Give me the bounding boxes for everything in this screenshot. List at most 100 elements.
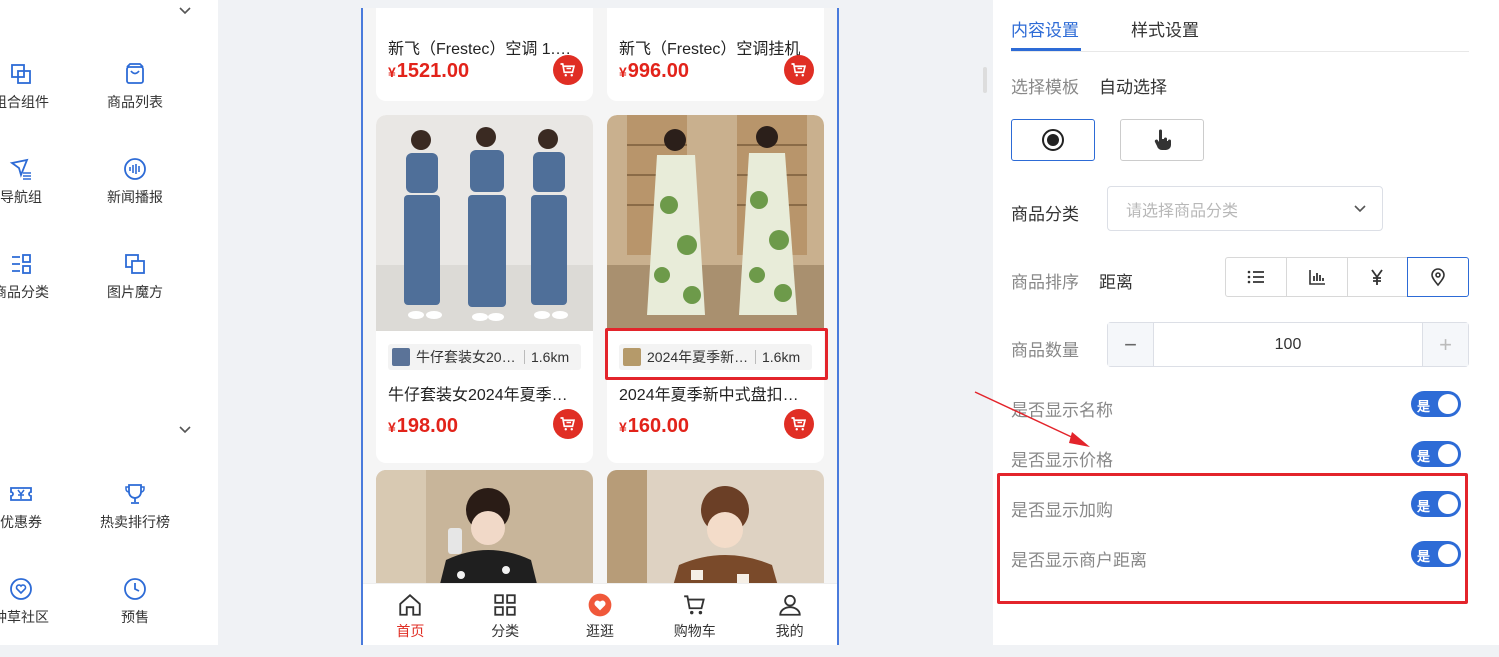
news-broadcast-icon: [124, 158, 146, 180]
quantity-label: 商品数量: [1011, 341, 1079, 360]
tab-mine[interactable]: 我的: [742, 584, 837, 645]
home-icon: [399, 594, 422, 616]
product-card[interactable]: [607, 470, 824, 600]
product-price: ¥198.00: [388, 415, 458, 437]
component-item-community[interactable]: 种草社区: [0, 577, 66, 627]
panel-resize-handle[interactable]: [983, 67, 987, 93]
product-card[interactable]: 牛仔套装女2024年 1.6km 牛仔套装女2024年夏季新款 ¥198.00: [376, 115, 593, 463]
radio-selected-icon: [1042, 129, 1064, 151]
community-icon: [10, 578, 32, 600]
category-placeholder: 请选择商品分类: [1126, 202, 1239, 220]
yen-icon: [1371, 269, 1384, 285]
user-icon: [778, 594, 801, 616]
tab-label: 购物车: [673, 623, 716, 639]
sort-label: 商品排序: [1011, 273, 1079, 292]
template-manual-button[interactable]: [1120, 119, 1204, 161]
product-name: 牛仔套装女2024年夏季新款: [388, 387, 578, 404]
component-item-category[interactable]: 商品分类: [0, 252, 66, 302]
category-label: 商品分类: [1011, 205, 1079, 224]
shop-name: 牛仔套装女2024年: [416, 349, 520, 365]
category-grid-icon: [494, 594, 516, 616]
template-label: 选择模板: [1011, 78, 1079, 97]
component-label: 组合组件: [0, 94, 49, 110]
product-name: 2024年夏季新中式盘扣连衣裙: [619, 387, 809, 404]
template-value: 自动选择: [1099, 78, 1167, 97]
show-price-toggle[interactable]: 是: [1411, 441, 1461, 467]
cart-icon: [560, 63, 576, 77]
component-item-presale[interactable]: 预售: [90, 577, 180, 627]
quantity-value[interactable]: 100: [1154, 323, 1422, 366]
component-item-image-cube[interactable]: 图片魔方: [90, 252, 180, 302]
goods-category-icon: [12, 254, 31, 274]
product-price: ¥160.00: [619, 415, 689, 437]
component-label: 预售: [121, 609, 149, 625]
product-card[interactable]: [376, 470, 593, 600]
product-image[interactable]: [376, 470, 593, 600]
product-card[interactable]: 新飞（Frestec）空调 1.5匹 ¥1521.00: [376, 8, 593, 101]
shop-thumbnail: [392, 348, 410, 366]
component-label: 新闻播报: [107, 189, 163, 205]
highlight-annotation-box: [997, 473, 1468, 604]
tab-label: 逛逛: [585, 623, 614, 639]
combo-component-icon: [11, 64, 31, 84]
component-item-coupon[interactable]: 优惠券: [0, 482, 66, 532]
component-label: 商品分类: [0, 284, 49, 300]
coupon-icon: [10, 487, 32, 501]
product-image[interactable]: [607, 115, 824, 331]
product-price: ¥1521.00: [388, 60, 470, 82]
add-to-cart-button[interactable]: [784, 55, 814, 85]
tab-category[interactable]: 分类: [458, 584, 553, 645]
product-card[interactable]: 2024年夏季新中式 1.6km 2024年夏季新中式盘扣连衣裙 ¥160.00: [607, 115, 824, 463]
component-panel: 组合组件 商品列表 导航组 新闻播报 商品分类 图片魔方 优惠券 热卖排行榜 种…: [0, 0, 218, 645]
tab-browse[interactable]: 逛逛: [553, 584, 648, 645]
add-to-cart-button[interactable]: [784, 409, 814, 439]
sort-price-button[interactable]: [1346, 257, 1409, 297]
template-auto-button[interactable]: [1011, 119, 1095, 161]
product-image[interactable]: [376, 115, 593, 331]
cart-icon: [791, 63, 807, 77]
tab-home[interactable]: 首页: [363, 584, 458, 645]
list-icon: [1247, 270, 1264, 284]
sort-default-button[interactable]: [1225, 257, 1287, 297]
add-to-cart-button[interactable]: [553, 409, 583, 439]
component-label: 商品列表: [107, 94, 163, 110]
product-image[interactable]: [607, 470, 824, 600]
bottom-tabbar: 首页 分类 逛逛 购物车 我的: [363, 583, 837, 645]
trophy-icon: [125, 484, 145, 504]
add-to-cart-button[interactable]: [553, 55, 583, 85]
tab-content-settings[interactable]: 内容设置: [1011, 16, 1079, 41]
component-item-hot-rank[interactable]: 热卖排行榜: [90, 482, 180, 532]
component-item-nav-group[interactable]: 导航组: [0, 157, 66, 207]
active-tab-indicator: [1011, 48, 1081, 51]
increment-button[interactable]: +: [1422, 323, 1468, 366]
decrement-button[interactable]: −: [1108, 323, 1154, 366]
quantity-stepper[interactable]: − 100 +: [1107, 322, 1469, 367]
location-icon: [1431, 268, 1445, 287]
tab-label: 我的: [775, 623, 804, 639]
goods-list-icon: [126, 63, 144, 84]
phone-preview: 新飞（Frestec）空调 1.5匹 ¥1521.00 新飞（Frestec）空…: [361, 8, 839, 645]
heart-icon: [588, 593, 612, 617]
chevron-down-icon[interactable]: [178, 423, 192, 437]
component-label: 种草社区: [0, 609, 49, 625]
category-select[interactable]: 请选择商品分类: [1107, 186, 1383, 231]
component-item-goods-list[interactable]: 商品列表: [90, 62, 180, 112]
show-price-label: 是否显示价格: [1011, 451, 1113, 470]
chevron-down-icon[interactable]: [178, 4, 192, 18]
show-name-toggle[interactable]: 是: [1411, 391, 1461, 417]
shop-tag: 牛仔套装女2024年 1.6km: [388, 344, 581, 370]
tab-style-settings[interactable]: 样式设置: [1131, 16, 1199, 41]
component-item-combo[interactable]: 组合组件: [0, 62, 66, 112]
component-item-news[interactable]: 新闻播报: [90, 157, 180, 207]
product-card[interactable]: 新飞（Frestec）空调挂机 ¥996.00: [607, 8, 824, 101]
clock-icon: [124, 578, 146, 600]
tab-cart[interactable]: 购物车: [647, 584, 742, 645]
chevron-down-icon: [1354, 205, 1366, 213]
sort-sales-button[interactable]: [1285, 257, 1348, 297]
component-label: 导航组: [0, 189, 42, 205]
tab-label: 分类: [491, 623, 520, 639]
product-price: ¥996.00: [619, 60, 689, 82]
shop-distance: 1.6km: [531, 349, 570, 365]
settings-tabs: 内容设置 样式设置: [1011, 0, 1469, 52]
sort-distance-button[interactable]: [1407, 257, 1469, 297]
